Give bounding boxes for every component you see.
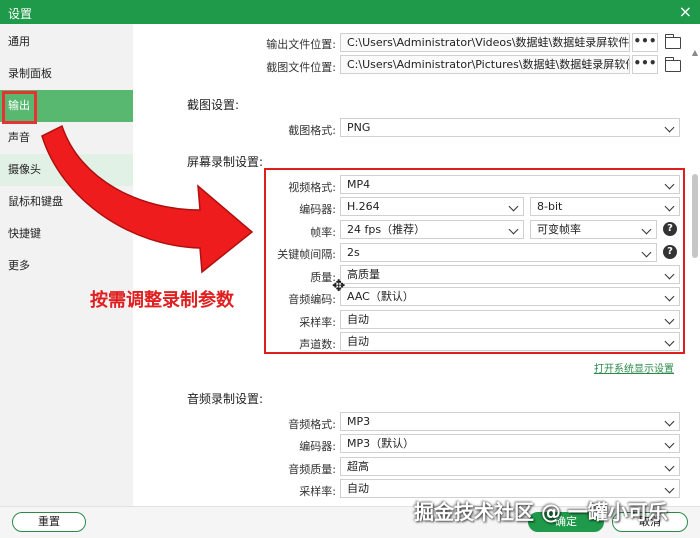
reset-button[interactable]: 重置 (12, 512, 86, 532)
move-cursor-icon: ✥ (332, 276, 346, 295)
annotation-text: 按需调整录制参数 (90, 290, 234, 311)
watermark: 掘金技术社区 @ 一罐小可乐 (414, 500, 668, 524)
annotation-arrow (41, 124, 254, 274)
